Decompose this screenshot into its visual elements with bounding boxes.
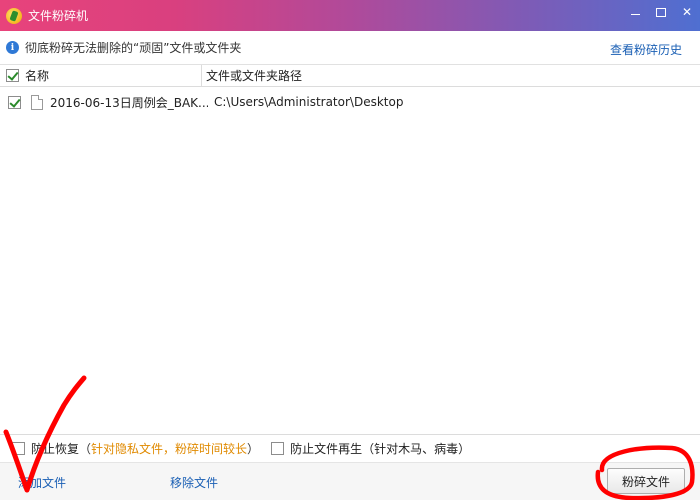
prevent-regen-checkbox[interactable] <box>271 442 285 455</box>
prevent-regen-option[interactable]: 防止文件再生（针对木马、病毒） <box>271 440 470 457</box>
shredder-app-icon <box>6 7 22 24</box>
remove-file-link[interactable]: 移除文件 <box>170 474 218 491</box>
column-header-name-label: 名称 <box>25 69 50 83</box>
close-button[interactable]: ✕ <box>674 0 700 24</box>
document-icon <box>31 94 43 110</box>
prevent-regen-label: 防止文件再生（针对木马、病毒） <box>290 442 471 456</box>
shred-options: 防止恢复（针对隐私文件，粉碎时间较长） 防止文件再生（针对木马、病毒） <box>0 434 700 462</box>
window-title: 文件粉碎机 <box>28 9 89 23</box>
prevent-recovery-note: 针对隐私文件，粉碎时间较长 <box>91 442 248 456</box>
maximize-icon <box>656 7 666 17</box>
window-controls: ✕ <box>622 0 700 24</box>
row-checkbox[interactable] <box>8 95 21 109</box>
file-list[interactable]: 2016-06-13日周例会_BAK... C:\Users\Administr… <box>0 88 700 434</box>
paren-open: （ <box>79 442 92 456</box>
column-header-name[interactable]: 名称 <box>0 64 202 87</box>
info-bar: i 彻底粉碎无法删除的“顽固”文件或文件夹 查看粉碎历史 <box>0 31 700 65</box>
prevent-recovery-checkbox[interactable] <box>12 442 25 455</box>
prevent-recovery-label: 防止恢复（针对隐私文件，粉碎时间较长） <box>31 440 259 457</box>
info-icon: i <box>6 41 19 54</box>
file-path: C:\Users\Administrator\Desktop <box>214 95 404 109</box>
title-bar: 文件粉碎机 ✕ <box>0 0 700 31</box>
select-all-checkbox[interactable] <box>6 69 19 82</box>
shred-history-link[interactable]: 查看粉碎历史 <box>610 41 682 58</box>
bottom-bar: 添加文件 移除文件 粉碎文件 <box>0 462 700 500</box>
table-row[interactable]: 2016-06-13日周例会_BAK... C:\Users\Administr… <box>0 92 700 112</box>
table-header: 名称 文件或文件夹路径 <box>0 64 700 87</box>
minimize-icon <box>630 13 640 15</box>
shred-files-button[interactable]: 粉碎文件 <box>607 468 685 494</box>
minimize-button[interactable] <box>622 0 648 24</box>
paren-close: ） <box>247 442 260 456</box>
column-header-path[interactable]: 文件或文件夹路径 <box>202 65 302 87</box>
info-text: 彻底粉碎无法删除的“顽固”文件或文件夹 <box>25 41 242 55</box>
maximize-button[interactable] <box>648 0 674 24</box>
column-header-path-label: 文件或文件夹路径 <box>206 69 303 83</box>
add-file-link[interactable]: 添加文件 <box>18 474 66 491</box>
close-icon: ✕ <box>681 5 693 19</box>
prevent-recovery-option[interactable]: 防止恢复（针对隐私文件，粉碎时间较长） <box>12 440 259 457</box>
prevent-recovery-text: 防止恢复 <box>31 442 80 456</box>
file-name: 2016-06-13日周例会_BAK... <box>50 95 208 110</box>
